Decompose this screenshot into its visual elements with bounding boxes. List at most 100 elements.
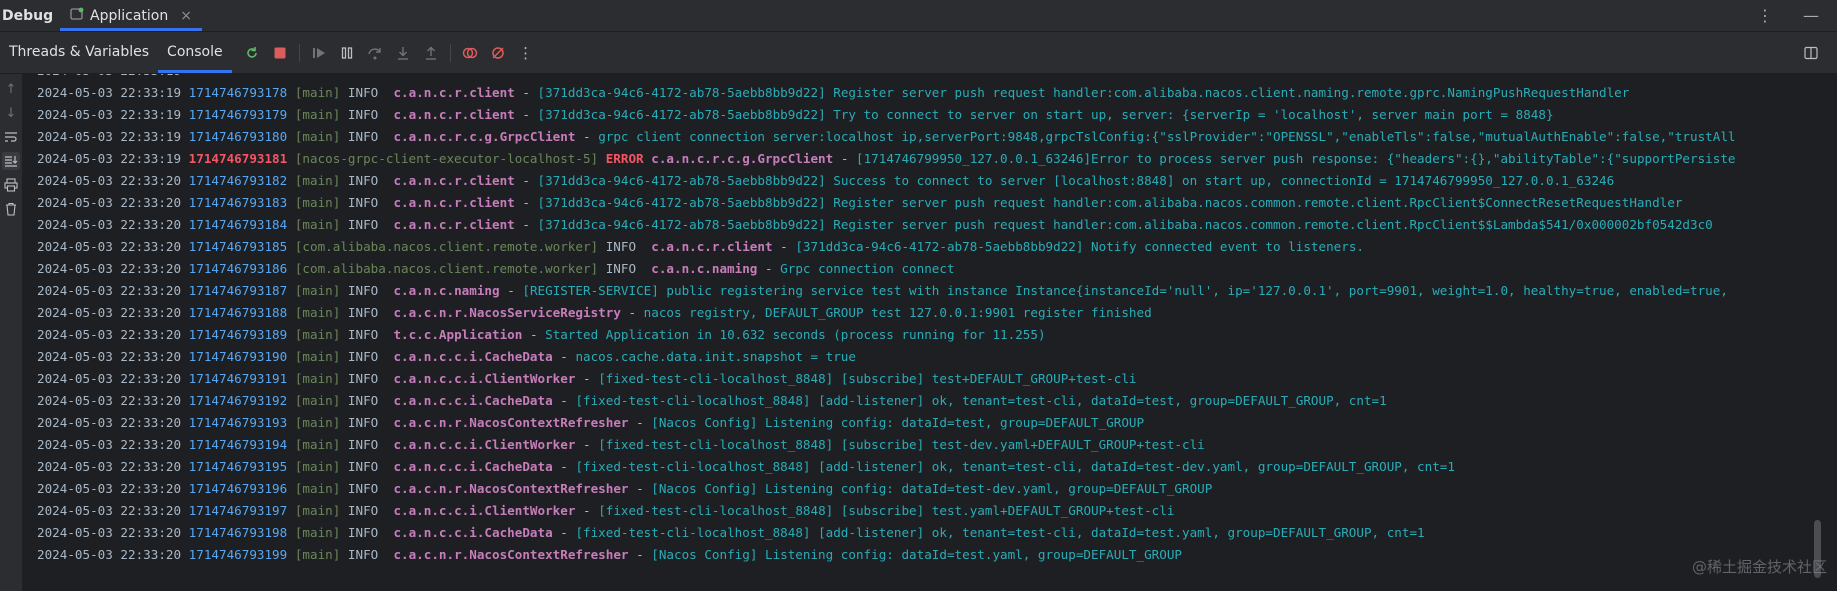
log-level: INFO [605,239,644,254]
log-pid: 1714746793183 [188,195,288,210]
log-thread: [main] [294,349,341,364]
log-message: [371dd3ca-94c6-4172-ab78-5aebb8bb9d22] T… [537,107,1554,122]
console-line: 2024-05-03 22:33:20 1714746793190 [main]… [23,346,1813,368]
log-message: [371dd3ca-94c6-4172-ab78-5aebb8bb9d22] R… [537,195,1683,210]
log-pid: 1714746793189 [188,327,288,342]
log-level: INFO [347,393,386,408]
log-timestamp: 2024-05-03 22:33:20 [37,283,182,298]
hide-icon[interactable]: — [1803,6,1819,25]
log-logger: c.a.c.n.r.NacosContextRefresher [393,481,629,496]
log-message: grpc client connection server:localhost … [598,129,1736,144]
log-level: INFO [347,217,386,232]
log-thread: [main] [294,129,341,144]
log-pid: 1714746793180 [188,129,288,144]
console-line: 2024-05-03 22:33:20 1714746793188 [main]… [23,302,1813,324]
console-line: 2024-05-03 22:33:20 1714746793198 [main]… [23,522,1813,544]
log-timestamp: 2024-05-03 22:33:20 [37,349,182,364]
log-message: [1714746799950_127.0.0.1_63246]Error to … [855,151,1736,166]
pause-icon[interactable] [339,45,355,61]
log-timestamp: 2024-05-03 22:33:20 [37,547,182,562]
tab-application[interactable]: Application × [60,0,202,31]
log-message: [371dd3ca-94c6-4172-ab78-5aebb8bb9d22] S… [537,173,1615,188]
log-message: [371dd3ca-94c6-4172-ab78-5aebb8bb9d22] R… [537,85,1630,100]
log-logger: c.a.n.c.r.client [393,85,515,100]
log-separator: - [636,547,652,562]
log-level: INFO [605,261,644,276]
more-icon[interactable]: ⋮ [518,44,534,62]
log-pid: 1714746793188 [188,305,288,320]
log-message [189,74,1304,78]
log-thread: [main] [294,327,341,342]
view-breakpoints-icon[interactable] [462,45,478,61]
log-level: INFO [347,305,386,320]
log-logger: c.a.c.n.r.NacosServiceRegistry [393,305,621,320]
log-level: ERROR [605,151,644,166]
log-timestamp: 2024-05-03 22:33:20 [37,371,182,386]
log-separator: - [522,107,538,122]
layout-icon[interactable] [1803,45,1819,61]
log-thread: [main] [294,525,341,540]
log-separator: - [560,349,576,364]
step-out-icon[interactable] [423,45,439,61]
log-logger: c.a.n.c.c.i.CacheData [393,349,553,364]
tab-label: Application [90,7,169,24]
up-arrow-icon[interactable]: ↑ [2,80,20,98]
log-message: [371dd3ca-94c6-4172-ab78-5aebb8bb9d22] N… [795,239,1364,254]
log-pid: 1714746793192 [188,393,288,408]
debug-toolbar: Threads & Variables Console ⋮ [0,32,1837,73]
resume-icon[interactable] [311,45,327,61]
log-message: nacos registry, DEFAULT_GROUP test 127.0… [643,305,1152,320]
log-thread: [com.alibaba.nacos.client.remote.worker] [294,261,599,276]
console-line: 2024-05-03 22:33:20 1714746793187 [main]… [23,280,1813,302]
more-options-icon[interactable]: ⋮ [1757,6,1773,25]
log-separator: - [522,217,538,232]
log-level: INFO [347,481,386,496]
stop-icon[interactable] [272,45,288,61]
console-line: 2024-05-03 22:33:20 1714746793186 [com.a… [23,258,1813,280]
log-level: INFO [347,349,386,364]
log-separator: - [583,129,599,144]
log-level: INFO [347,459,386,474]
tab-console[interactable]: Console [158,32,232,73]
log-thread: [main] [294,481,341,496]
log-message: Grpc connection connect [780,261,955,276]
step-over-icon[interactable] [367,45,383,61]
log-logger: c.a.n.c.c.i.CacheData [393,525,553,540]
print-icon[interactable] [2,176,20,194]
console-line: 2024-05-03 22:33:19 1714746793178 [main]… [23,82,1813,104]
console-line: 2024-05-03 22:33:20 1714746793193 [main]… [23,412,1813,434]
log-thread: [main] [294,437,341,452]
log-pid: 1714746793195 [188,459,288,474]
console-line: 2024-05-03 22:33:20 1714746793197 [main]… [23,500,1813,522]
console-line: 2024-05-03 22:33:20 1714746793192 [main]… [23,390,1813,412]
mute-breakpoints-icon[interactable] [490,45,506,61]
log-separator: - [636,415,652,430]
log-level: INFO [347,547,386,562]
log-separator: - [780,239,796,254]
trash-icon[interactable] [2,200,20,218]
log-level: INFO [347,195,386,210]
console-output[interactable]: 2024-05-03 22:33:19 2024-05-03 22:33:19 … [23,74,1813,585]
log-separator: - [583,503,599,518]
log-level: INFO [347,503,386,518]
log-timestamp: 2024-05-03 22:33:20 [37,459,182,474]
log-thread: [nacos-grpc-client-executor-localhost-5] [294,151,599,166]
tab-threads-variables[interactable]: Threads & Variables [0,32,158,73]
log-pid: 1714746793193 [188,415,288,430]
scroll-to-end-icon[interactable] [2,152,20,170]
log-logger: c.a.n.c.r.client [393,173,515,188]
log-timestamp: 2024-05-03 22:33:20 [37,327,182,342]
console-line: 2024-05-03 22:33:20 1714746793195 [main]… [23,456,1813,478]
log-pid: 1714746793182 [188,173,288,188]
log-pid: 1714746793199 [188,547,288,562]
log-thread: [main] [294,173,341,188]
down-arrow-icon[interactable]: ↓ [2,104,20,122]
step-into-icon[interactable] [395,45,411,61]
log-message: [fixed-test-cli-localhost_8848] [subscri… [598,503,1175,518]
log-timestamp: 2024-05-03 22:33:20 [37,217,182,232]
close-tab-icon[interactable]: × [180,8,192,24]
log-logger: c.a.n.c.r.c.g.GrpcClient [651,151,834,166]
soft-wrap-icon[interactable] [2,128,20,146]
rerun-icon[interactable] [244,45,260,61]
log-message: [fixed-test-cli-localhost_8848] [subscri… [598,371,1137,386]
